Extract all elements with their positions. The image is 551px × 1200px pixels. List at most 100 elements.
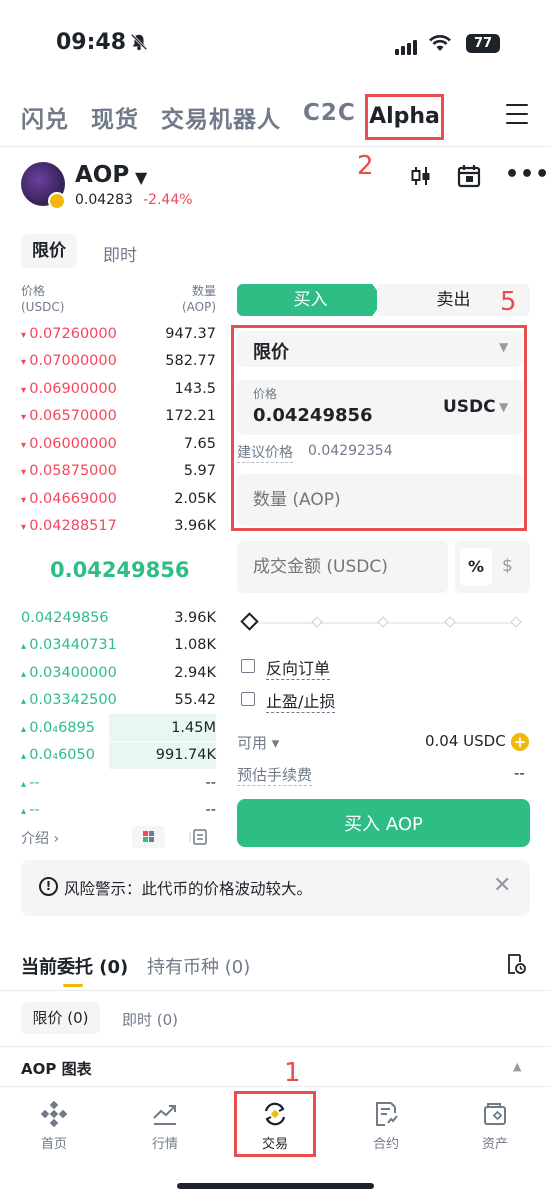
nav-assets[interactable]: 资产 [455, 1101, 535, 1152]
chevron-up-icon[interactable]: ▲ [513, 1060, 521, 1073]
ask-qty: 143.5 [174, 380, 216, 397]
ask-qty: 7.65 [183, 435, 216, 452]
ask-qty: 2.05K [174, 490, 216, 507]
tp-sl-checkbox[interactable] [241, 692, 255, 706]
candlestick-chart-icon[interactable] [409, 164, 433, 188]
bid-row[interactable]: -- -- [21, 769, 216, 796]
pair-name[interactable]: AOP [75, 162, 129, 188]
ask-row[interactable]: 0.06000000 7.65 [21, 430, 216, 457]
available-value: 0.04 USDC [425, 732, 506, 750]
bid-row[interactable]: 0.03440731 1.08K [21, 632, 216, 659]
ask-row[interactable]: 0.05875000 5.97 [21, 458, 216, 485]
orderbook-layout-icon[interactable] [132, 826, 165, 848]
futures-document-icon [376, 1102, 398, 1126]
buy-submit-button[interactable]: 买入 AOP [237, 799, 530, 847]
home-logo-icon [41, 1101, 67, 1127]
signal-icon [395, 36, 419, 55]
subtab-limit[interactable]: 限价 (0) [21, 1002, 100, 1034]
close-icon[interactable]: ✕ [493, 873, 511, 898]
slider-step-50[interactable] [377, 616, 389, 628]
subtab-instant[interactable]: 即时 (0) [122, 1009, 178, 1030]
tab-trading-bot[interactable]: 交易机器人 [161, 100, 281, 134]
slider-step-25[interactable] [311, 616, 323, 628]
ask-row[interactable]: 0.07260000 947.37 [21, 320, 216, 347]
annotation-highlight-box [234, 1091, 316, 1157]
top-nav: 闪兑 现货 交易机器人 C2C [21, 100, 378, 134]
annotation-highlight-box [231, 325, 527, 531]
orderbook-mid-price[interactable]: 0.04249856 [50, 558, 189, 582]
bell-off-icon [130, 33, 148, 51]
ask-row[interactable]: 0.06900000 143.5 [21, 375, 216, 402]
unit-percent-button[interactable]: % [460, 548, 492, 586]
reverse-order-label[interactable]: 反向订单 [266, 655, 331, 680]
available-label[interactable]: 可用 ▾ [237, 732, 279, 753]
orderbook-list-icon[interactable] [189, 826, 211, 848]
ask-row[interactable]: 0.04669000 2.05K [21, 485, 216, 512]
ask-price: 0.04288517 [21, 518, 117, 534]
tab-alpha[interactable]: Alpha [365, 94, 444, 140]
annotation-2: 2 [357, 151, 374, 181]
bid-qty: -- [205, 774, 216, 791]
nav-home[interactable]: 首页 [14, 1101, 94, 1152]
bid-qty: 1.45M [171, 719, 216, 736]
ask-row[interactable]: 0.04288517 3.96K [21, 513, 216, 540]
tab-swap[interactable]: 闪兑 [21, 100, 69, 134]
tab-spot[interactable]: 现货 [91, 100, 139, 134]
orderbook-price-header: 价格 (USDC) [21, 284, 65, 314]
more-icon[interactable]: ••• [505, 162, 550, 187]
unit-dollar-button[interactable]: $ [502, 556, 513, 576]
pair-price: 0.04283 [75, 192, 133, 208]
ask-price: 0.06900000 [21, 381, 117, 397]
ask-price: 0.07260000 [21, 326, 117, 342]
bid-price: 0.03440731 [21, 637, 117, 653]
nav-markets[interactable]: 行情 [125, 1101, 205, 1152]
info-icon: ! [39, 877, 58, 896]
bid-row[interactable]: 0.03400000 2.94K [21, 659, 216, 686]
add-funds-icon[interactable]: + [511, 733, 529, 751]
pair-change: -2.44% [143, 192, 193, 208]
bid-price: -- [21, 802, 39, 818]
ask-price: 0.06000000 [21, 436, 117, 452]
calendar-icon[interactable] [456, 163, 482, 189]
total-input[interactable] [237, 541, 448, 593]
ask-row[interactable]: 0.06570000 172.21 [21, 403, 216, 430]
orderbook-tab-instant[interactable]: 即时 [103, 241, 137, 266]
orderbook-qty-header: 数量 (AOP) [181, 284, 216, 314]
order-history-icon[interactable] [506, 953, 526, 975]
buy-tab[interactable]: 买入 [237, 284, 384, 316]
ask-price: 0.07000000 [21, 353, 117, 369]
divider [0, 990, 551, 991]
reverse-order-checkbox[interactable] [241, 659, 255, 673]
bid-row[interactable]: 0.04249856 3.96K [21, 604, 216, 631]
bid-row[interactable]: 0.0₄6050 991.74K [21, 741, 216, 769]
slider-step-100[interactable] [510, 616, 522, 628]
tp-sl-label[interactable]: 止盈/止损 [266, 688, 336, 713]
tab-open-orders[interactable]: 当前委托 (0) [21, 953, 128, 979]
active-tab-indicator [63, 984, 83, 987]
chart-section-label[interactable]: AOP 图表 [21, 1058, 92, 1079]
ask-row[interactable]: 0.07000000 582.77 [21, 348, 216, 375]
slider-step-75[interactable] [444, 616, 456, 628]
divider [0, 1046, 551, 1047]
annotation-5: 5 [500, 287, 517, 317]
bid-qty: 3.96K [174, 609, 216, 626]
bid-price: -- [21, 775, 39, 791]
menu-icon[interactable] [506, 104, 528, 131]
bid-price: 0.0₄6895 [21, 720, 95, 736]
bid-price: 0.03342500 [21, 692, 117, 708]
slider-handle[interactable] [240, 612, 259, 631]
intro-link[interactable]: 介绍 › [21, 828, 59, 848]
ask-qty: 947.37 [165, 325, 216, 342]
nav-futures[interactable]: 合约 [346, 1101, 426, 1152]
ask-qty: 5.97 [183, 463, 216, 479]
tab-c2c[interactable]: C2C [303, 100, 356, 134]
ask-qty: 3.96K [174, 518, 216, 534]
fee-label[interactable]: 预估手续费 [237, 764, 313, 786]
bid-price: 0.04249856 [21, 609, 109, 626]
orderbook-tab-limit[interactable]: 限价 [21, 234, 77, 268]
bid-row[interactable]: 0.03342500 55.42 [21, 687, 216, 714]
bid-row[interactable]: 0.0₄6895 1.45M [21, 714, 216, 741]
tab-holdings[interactable]: 持有币种 (0) [147, 953, 250, 979]
pair-dropdown-icon[interactable]: ▼ [135, 168, 147, 187]
bid-row[interactable]: -- -- [21, 797, 216, 824]
